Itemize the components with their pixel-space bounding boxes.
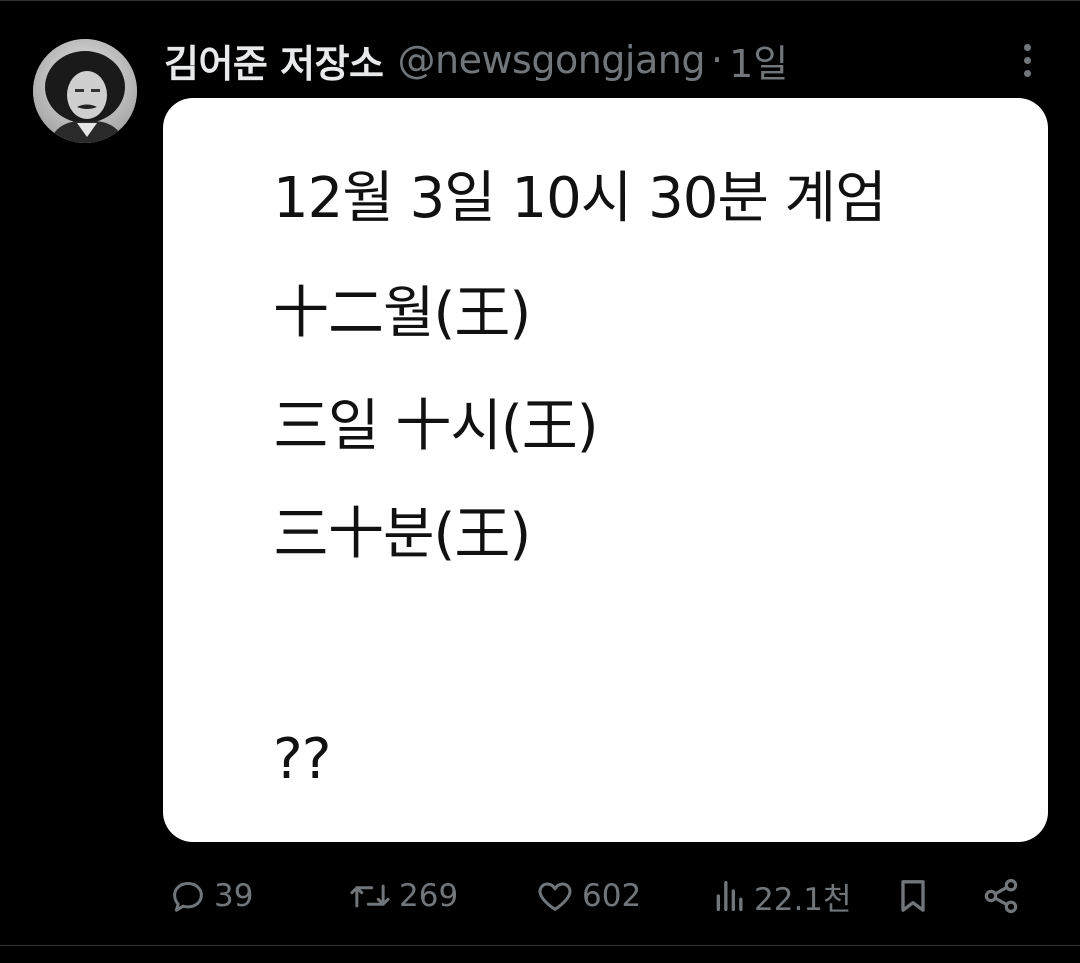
top-divider	[0, 0, 1080, 1]
post-media-image[interactable]: 12월 3일 10시 30분 계엄 十二월(王) 三일 十시(王) 三十분(王)…	[163, 98, 1048, 842]
reply-icon	[173, 882, 203, 912]
bookmark-button[interactable]	[893, 866, 933, 926]
share-button[interactable]	[980, 866, 1022, 926]
like-button[interactable]: 602	[534, 866, 641, 926]
share-icon	[984, 878, 1018, 914]
header-separator: ·	[710, 38, 724, 82]
post-header: 김어준 저장소 @newsgongjang · 1일	[164, 30, 788, 90]
author-handle[interactable]: @newsgongjang	[398, 38, 706, 82]
reply-button[interactable]: 39	[168, 866, 253, 926]
media-text-line: ??	[273, 727, 331, 792]
views-count: 22.1천	[754, 881, 852, 918]
heart-icon	[538, 882, 572, 911]
bottom-divider	[0, 945, 1080, 946]
like-count: 602	[582, 878, 642, 914]
profile-photo-icon	[33, 39, 137, 143]
repost-button[interactable]: 269	[347, 866, 458, 926]
more-vertical-icon-dot	[1023, 56, 1031, 64]
more-vertical-icon-dot	[1023, 69, 1031, 77]
author-avatar[interactable]	[33, 39, 137, 143]
media-text-line: 十二월(王)	[273, 281, 531, 346]
media-text-line: 三十분(王)	[273, 502, 531, 567]
views-icon	[716, 881, 743, 911]
more-vertical-icon	[1023, 43, 1031, 51]
author-display-name[interactable]: 김어준 저장소	[164, 33, 384, 88]
views-button[interactable]: 22.1천	[712, 866, 852, 926]
more-options-button[interactable]	[1008, 40, 1046, 80]
repost-icon	[350, 884, 390, 908]
post-timestamp[interactable]: 1일	[729, 33, 788, 88]
media-text-line: 三일 十시(王)	[273, 394, 599, 459]
media-text-line: 12월 3일 10시 30분 계엄	[273, 166, 887, 231]
bookmark-icon	[901, 880, 925, 912]
repost-count: 269	[399, 878, 459, 914]
reply-count: 39	[214, 878, 254, 914]
post-actions-bar: 39 269 602 22.1천	[0, 866, 1080, 926]
